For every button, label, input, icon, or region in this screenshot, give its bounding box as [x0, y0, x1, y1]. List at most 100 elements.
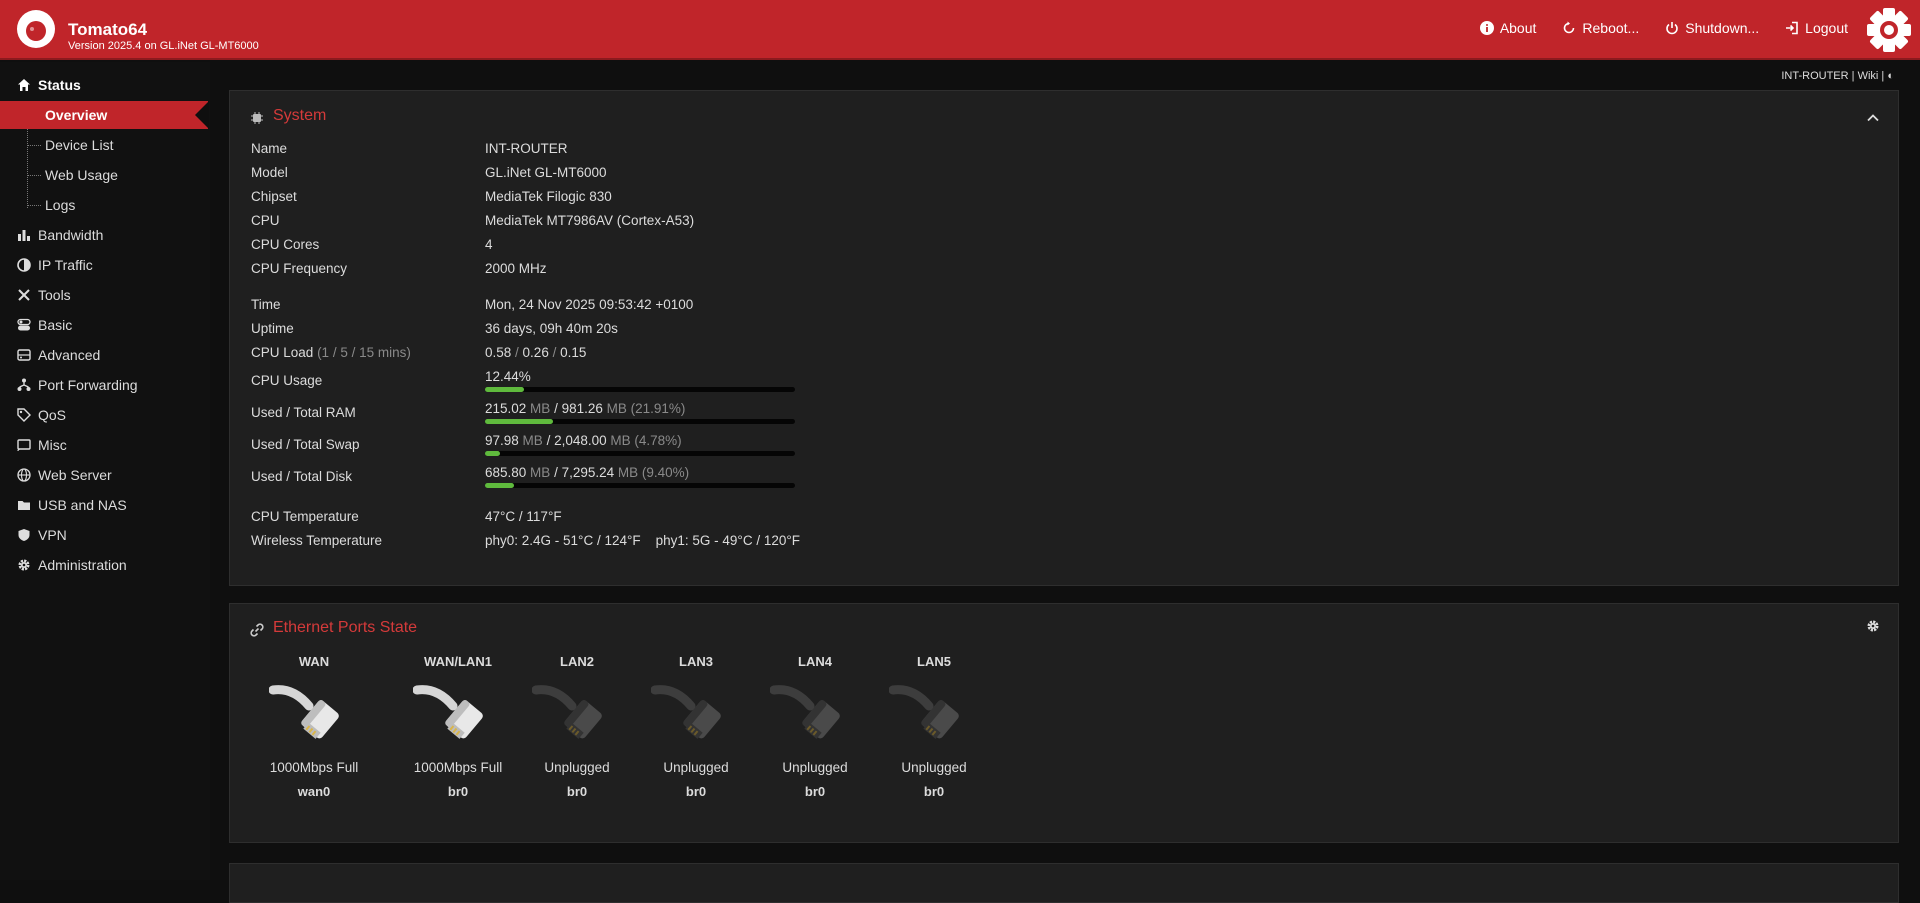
ethernet-panel: Ethernet Ports State WAN 1000Mbps Full wan… [229, 603, 1899, 843]
about-link[interactable]: About [1479, 20, 1536, 36]
globe-icon [17, 468, 31, 482]
ethernet-plug-icon[interactable] [268, 676, 349, 756]
sidebar-label: Web Server [38, 467, 112, 483]
sidebar-item-tools[interactable]: Tools [0, 281, 210, 309]
sidebar-item-web-server[interactable]: Web Server [0, 461, 210, 489]
ram-total: 981.26 [561, 401, 603, 416]
ethernet-plug-icon[interactable] [412, 676, 493, 756]
disk-used: 685.80 [485, 465, 527, 480]
tag-icon [17, 408, 31, 422]
port-interface: br0 [566, 784, 588, 799]
port-status: Unplugged [544, 760, 610, 775]
port-interface: br0 [447, 784, 469, 799]
sidebar-item-overview[interactable]: Overview [0, 101, 209, 129]
port-status: Unplugged [663, 760, 729, 775]
sidebar-item-port-forwarding[interactable]: Port Forwarding [0, 371, 210, 399]
ethernet-plug-icon[interactable] [888, 676, 969, 756]
unit: MB [614, 465, 639, 480]
port-interface: br0 [923, 784, 945, 799]
row-value: 4 [485, 237, 493, 252]
sidebar-item-advanced[interactable]: Advanced [0, 341, 210, 369]
separator: | [1878, 70, 1888, 82]
shutdown-link[interactable]: Shutdown... [1665, 20, 1759, 36]
swap-percent: (4.78%) [630, 433, 682, 448]
unit: MB [526, 401, 551, 416]
sidebar-label: Advanced [38, 347, 101, 363]
wiki-link[interactable]: Wiki [1858, 70, 1879, 82]
port-status: 1000Mbps Full [269, 760, 359, 775]
port-interface: br0 [804, 784, 826, 799]
ram-label: Used / Total RAM [251, 405, 356, 420]
sidebar-item-vpn[interactable]: VPN [0, 521, 210, 549]
ethernet-plug-icon[interactable] [650, 676, 731, 756]
sidebar-label: Misc [38, 437, 67, 453]
folder-icon [17, 498, 31, 512]
ram-value: 215.02 MB / 981.26 MB (21.91%) [485, 401, 685, 416]
cpu-temp-value: 47°C / 117°F [485, 509, 562, 524]
cpu-usage-bar [485, 387, 795, 392]
port-name: LAN4 [798, 654, 832, 669]
sidebar-item-administration[interactable]: Administration [0, 551, 210, 579]
unit: MB [602, 401, 627, 416]
sidebar-item-misc[interactable]: Misc [0, 431, 210, 459]
sidebar-label-status: Status [38, 77, 81, 93]
sidebar-item-web-usage[interactable]: Web Usage [0, 161, 210, 189]
reboot-link[interactable]: Reboot... [1562, 20, 1639, 36]
sidebar-item-logs[interactable]: Logs [0, 191, 210, 219]
row-label: Model [251, 165, 288, 180]
cpu-usage-label: CPU Usage [251, 373, 323, 388]
disk-label: Used / Total Disk [251, 469, 353, 484]
unit: MB [606, 433, 631, 448]
tools-icon [17, 288, 31, 302]
router-name-label: INT-ROUTER [1781, 70, 1849, 82]
sidebar-item-device-list[interactable]: Device List [0, 131, 210, 159]
theme-toggle[interactable]: ◐ [1887, 70, 1894, 82]
cpu-usage-value: 12.44% [485, 369, 531, 384]
disk-bar [485, 483, 795, 488]
sidebar: Status Overview Device List Web Usage Lo… [0, 62, 210, 880]
ram-bar-fill [485, 419, 553, 424]
sidebar-item-status[interactable]: Status [0, 71, 210, 99]
row-label: Chipset [251, 189, 297, 204]
wifi-temp-label: Wireless Temperature [251, 533, 383, 548]
shutdown-label: Shutdown... [1685, 20, 1760, 36]
row-value: 2000 MHz [485, 261, 547, 276]
top-header: Tomato64 Version 2025.4 on GL.iNet GL-MT… [0, 0, 1920, 60]
ethernet-title: Ethernet Ports State [273, 619, 418, 636]
app-title: Tomato64 [68, 20, 148, 39]
row-value: MediaTek MT7986AV (Cortex-A53) [485, 213, 695, 228]
uptime-value: 36 days, 09h 40m 20s [485, 321, 618, 336]
next-panel [229, 863, 1899, 903]
badge-logo-icon [1867, 8, 1911, 52]
sidebar-label: Basic [38, 317, 73, 333]
sidebar-item-usb-nas[interactable]: USB and NAS [0, 491, 210, 519]
tomato-logo-icon[interactable] [17, 10, 55, 48]
unit: MB [518, 433, 543, 448]
separator: / [550, 401, 562, 416]
sidebar-label: Tools [38, 287, 71, 303]
separator: | [1848, 70, 1858, 82]
chevron-up-icon[interactable] [1866, 111, 1880, 125]
row-label: Name [251, 141, 288, 156]
sidebar-item-bandwidth[interactable]: Bandwidth [0, 221, 210, 249]
sidebar-item-ip-traffic[interactable]: IP Traffic [0, 251, 210, 279]
reboot-label: Reboot... [1582, 20, 1640, 36]
info-icon [1479, 21, 1494, 35]
logout-icon [1786, 21, 1798, 35]
logout-link[interactable]: Logout [1785, 20, 1848, 36]
separator: / [542, 433, 555, 448]
row-label: CPU Cores [251, 237, 320, 252]
sidebar-label: QoS [38, 407, 67, 423]
ram-used: 215.02 [485, 401, 527, 416]
ethernet-plug-icon[interactable] [769, 676, 850, 756]
chip-icon [251, 112, 263, 124]
gear-icon[interactable] [1866, 619, 1880, 633]
sidebar-label: Bandwidth [38, 227, 104, 243]
ethernet-plug-icon[interactable] [531, 676, 612, 756]
pie-chart-icon [17, 258, 31, 272]
disk-percent: (9.40%) [638, 465, 690, 480]
sidebar-item-qos[interactable]: QoS [0, 401, 210, 429]
disk-value: 685.80 MB / 7,295.24 MB (9.40%) [485, 465, 689, 480]
sidebar-item-basic[interactable]: Basic [0, 311, 210, 339]
port-name: WAN [298, 654, 330, 669]
